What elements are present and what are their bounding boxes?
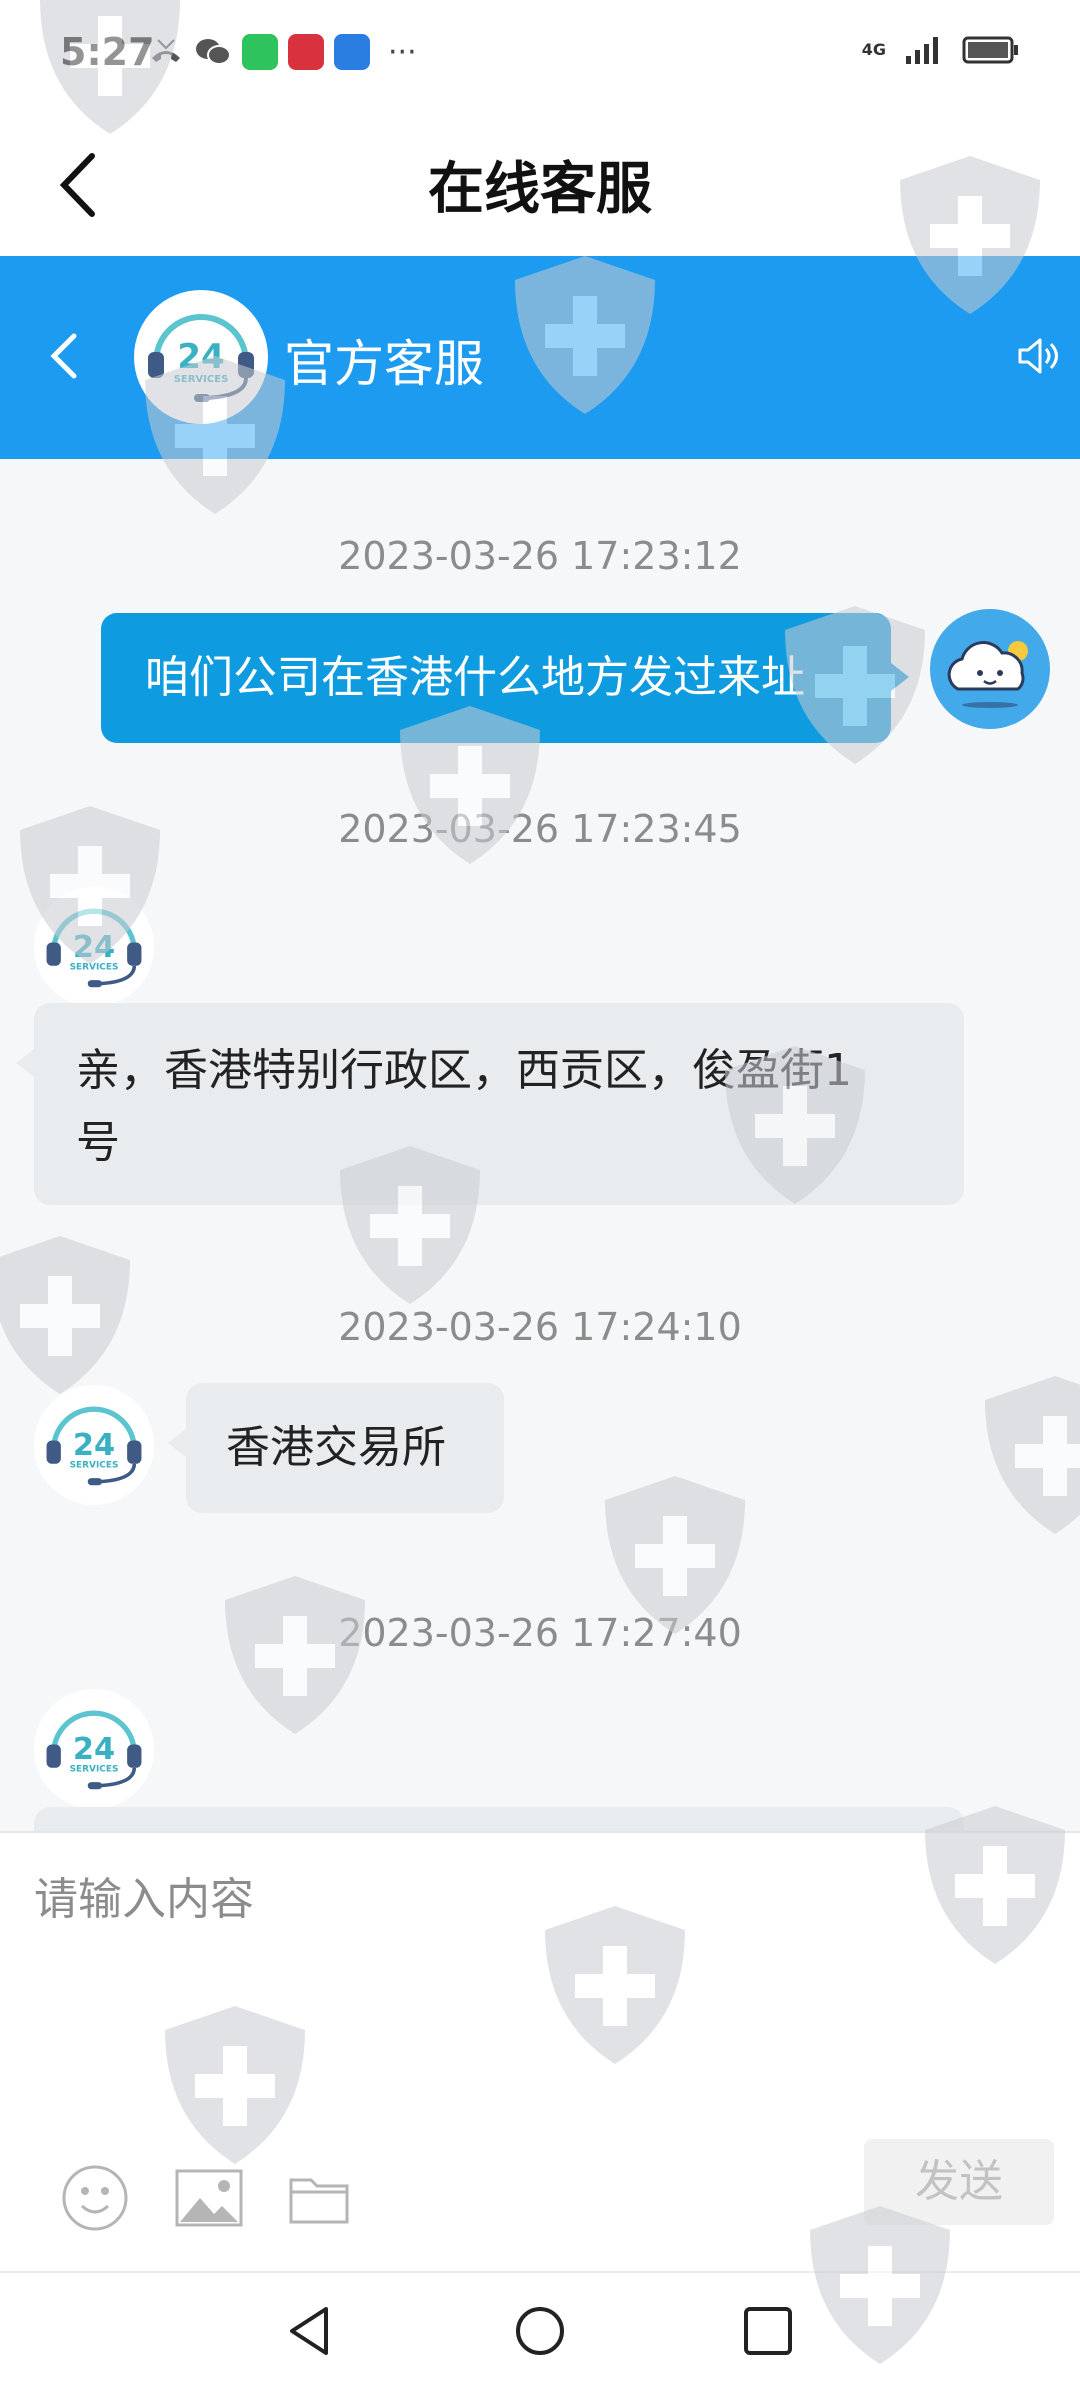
message-input[interactable]: 请输入内容 <box>34 1863 254 1927</box>
agent-message-bubble: 亲，香港特别行政区，西贡区，俊盈街1 号 <box>16 1003 964 1205</box>
message-timestamp: 2023-03-26 17:24:10 <box>338 1305 742 1349</box>
composer-toolbar <box>60 2163 350 2233</box>
nav-recent-icon[interactable] <box>740 2303 796 2359</box>
user-message-bubble: 咱们公司在香港什么地方发过来址 <box>101 613 909 743</box>
system-nav-bar <box>0 2271 1080 2390</box>
avatar-badge-number: 24 <box>177 337 224 377</box>
wechat-icon <box>196 39 231 65</box>
message-timestamp: 2023-03-26 17:23:45 <box>338 807 742 851</box>
nav-back-icon[interactable] <box>282 2303 338 2359</box>
image-icon[interactable] <box>174 2168 244 2228</box>
service-header: 24 SERVICES 官方客服 <box>0 256 1080 459</box>
notification-icons: ··· <box>148 34 417 70</box>
avatar-badge-word: SERVICES <box>70 1460 119 1470</box>
message-composer: 请输入内容 发送 <box>0 1831 1080 2273</box>
nav-home-icon[interactable] <box>512 2303 568 2359</box>
messaging-app-icon <box>242 34 278 70</box>
avatar-badge-word: SERVICES <box>70 1764 119 1774</box>
agent-message-line: 亲，香港特别行政区，西贡区，俊盈街1 <box>76 1045 852 1096</box>
avatar-badge-word: SERVICES <box>174 374 229 385</box>
chat-area[interactable]: 2023-03-26 17:23:12 咱们公司在香港什么地方发过来址 2023… <box>0 459 1080 1831</box>
emoji-icon[interactable] <box>60 2163 130 2233</box>
headset-24-icon: 24 SERVICES <box>46 1710 142 1790</box>
agent-message-bubble: 香港交易所 <box>168 1383 504 1513</box>
service-name: 官方客服 <box>284 335 484 393</box>
reader-app-icon <box>288 34 324 70</box>
system-icons: 4G <box>862 34 1020 66</box>
cloud-avatar-icon <box>947 641 1028 708</box>
service-back-icon[interactable] <box>44 326 84 386</box>
message-timestamp: 2023-03-26 17:27:40 <box>338 1611 742 1655</box>
agent-avatar: 24 SERVICES <box>34 1689 154 1809</box>
missed-call-icon <box>152 39 180 62</box>
avatar-badge-word: SERVICES <box>70 962 119 972</box>
headset-24-icon: 24 SERVICES <box>46 908 142 988</box>
status-bar: 5:27 ··· 4G <box>0 0 1080 110</box>
avatar-badge-number: 24 <box>73 930 115 965</box>
service-avatar: 24 SERVICES <box>134 290 268 424</box>
send-button[interactable]: 发送 <box>864 2139 1054 2225</box>
avatar-badge-number: 24 <box>73 1428 115 1463</box>
battery-icon <box>962 36 1018 64</box>
speaker-icon[interactable] <box>1014 332 1062 380</box>
agent-avatar: 24 SERVICES <box>34 1385 154 1505</box>
agent-avatar: 24 SERVICES <box>34 887 154 1007</box>
status-time: 5:27 <box>60 30 155 74</box>
agent-message-line: 号 <box>76 1117 120 1168</box>
message-timestamp: 2023-03-26 17:23:12 <box>338 534 742 578</box>
page-title: 在线客服 <box>428 157 652 222</box>
more-notifications: ··· <box>388 34 417 70</box>
user-avatar <box>930 609 1050 729</box>
folder-icon[interactable] <box>288 2170 350 2226</box>
avatar-badge-number: 24 <box>73 1732 115 1767</box>
signal-icon <box>906 37 938 64</box>
headset-24-icon: 24 SERVICES <box>148 314 254 402</box>
headset-24-icon: 24 SERVICES <box>46 1406 142 1486</box>
agent-message-bubble <box>34 1807 964 1831</box>
weather-app-icon <box>334 34 370 70</box>
title-bar: 在线客服 <box>0 110 1080 256</box>
network-type: 4G <box>861 40 886 59</box>
